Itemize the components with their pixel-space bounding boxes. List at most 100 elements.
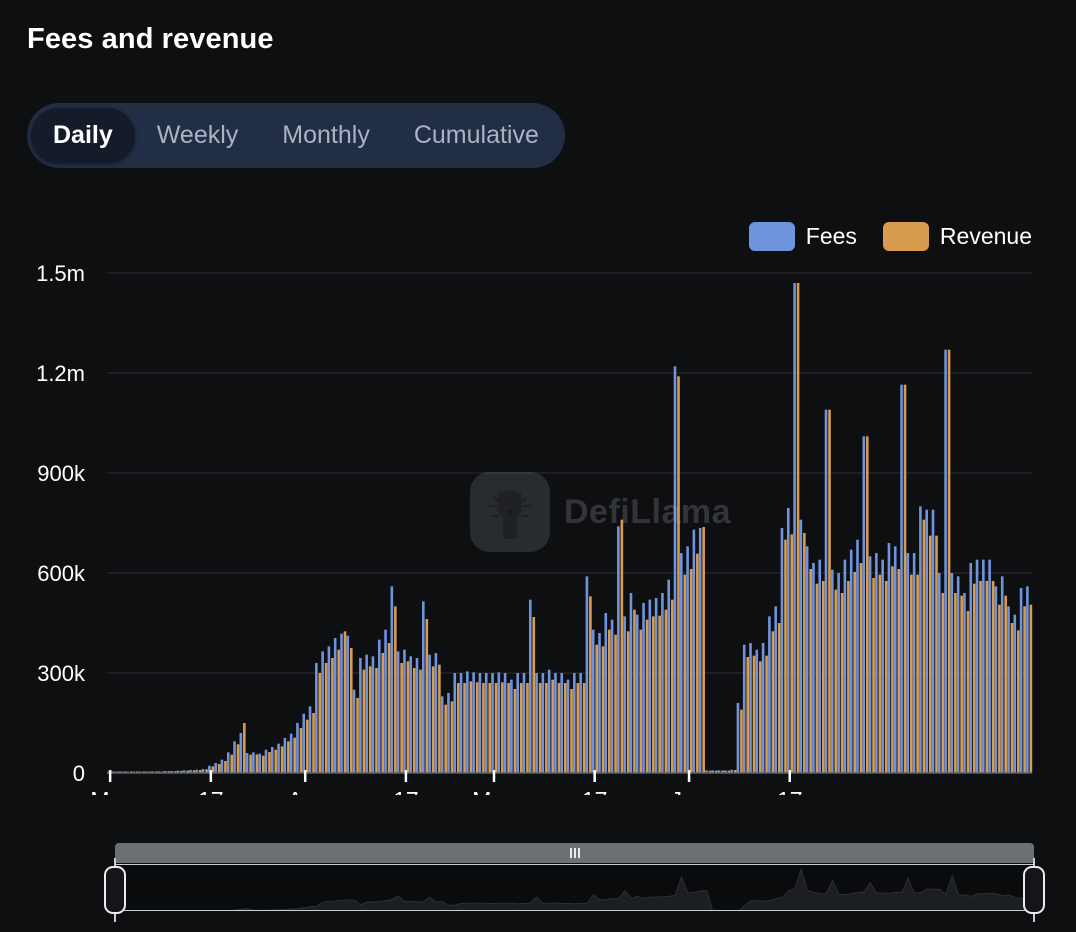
bar[interactable] bbox=[973, 584, 976, 773]
bar[interactable] bbox=[853, 572, 856, 773]
bar[interactable] bbox=[428, 655, 431, 773]
bar[interactable] bbox=[888, 543, 891, 773]
bar[interactable] bbox=[862, 436, 865, 773]
bar[interactable] bbox=[1014, 615, 1017, 773]
bar[interactable] bbox=[636, 615, 639, 773]
bar[interactable] bbox=[230, 755, 233, 773]
bar[interactable] bbox=[579, 673, 582, 773]
bar[interactable] bbox=[869, 556, 872, 773]
bar[interactable] bbox=[548, 670, 551, 773]
bar[interactable] bbox=[372, 656, 375, 773]
bar[interactable] bbox=[567, 680, 570, 773]
bar[interactable] bbox=[604, 613, 607, 773]
bar[interactable] bbox=[337, 650, 340, 773]
bar[interactable] bbox=[328, 646, 331, 773]
bar[interactable] bbox=[809, 569, 812, 773]
bar[interactable] bbox=[677, 376, 680, 773]
bar[interactable] bbox=[290, 734, 293, 773]
bar[interactable] bbox=[969, 563, 972, 773]
bar[interactable] bbox=[501, 682, 504, 773]
bar[interactable] bbox=[319, 673, 322, 773]
bar[interactable] bbox=[340, 634, 343, 773]
bar[interactable] bbox=[325, 663, 328, 773]
bar[interactable] bbox=[495, 683, 498, 773]
bar[interactable] bbox=[315, 663, 318, 773]
legend-item-fees[interactable]: Fees bbox=[749, 222, 857, 251]
bar[interactable] bbox=[558, 683, 561, 773]
bar[interactable] bbox=[516, 673, 519, 773]
bar[interactable] bbox=[671, 600, 674, 773]
bar[interactable] bbox=[570, 689, 573, 773]
bar[interactable] bbox=[800, 520, 803, 773]
bar[interactable] bbox=[369, 666, 372, 773]
bar[interactable] bbox=[426, 619, 429, 773]
bar[interactable] bbox=[693, 530, 696, 773]
bar[interactable] bbox=[818, 560, 821, 773]
bar[interactable] bbox=[617, 526, 620, 773]
bar[interactable] bbox=[233, 741, 236, 773]
bar[interactable] bbox=[702, 527, 705, 773]
bar[interactable] bbox=[256, 754, 259, 773]
bar[interactable] bbox=[941, 593, 944, 773]
bar[interactable] bbox=[850, 550, 853, 773]
bar[interactable] bbox=[957, 576, 960, 773]
bar[interactable] bbox=[951, 573, 954, 773]
brush-drag-bar[interactable] bbox=[115, 843, 1034, 863]
bar[interactable] bbox=[407, 661, 410, 773]
bar[interactable] bbox=[925, 510, 928, 773]
bar[interactable] bbox=[639, 630, 642, 773]
bar[interactable] bbox=[391, 586, 394, 773]
bar[interactable] bbox=[271, 747, 274, 773]
bar[interactable] bbox=[277, 744, 280, 773]
bar[interactable] bbox=[359, 658, 362, 773]
bar[interactable] bbox=[466, 671, 469, 773]
bar[interactable] bbox=[1004, 596, 1007, 773]
bar[interactable] bbox=[577, 683, 580, 773]
bar[interactable] bbox=[214, 763, 217, 773]
bar[interactable] bbox=[284, 738, 287, 773]
bar[interactable] bbox=[837, 573, 840, 773]
bar[interactable] bbox=[586, 576, 589, 773]
bar[interactable] bbox=[514, 689, 517, 773]
bar[interactable] bbox=[482, 683, 485, 773]
bar[interactable] bbox=[432, 666, 435, 773]
bar[interactable] bbox=[309, 706, 312, 773]
bar[interactable] bbox=[856, 540, 859, 773]
bar[interactable] bbox=[938, 573, 941, 773]
bar[interactable] bbox=[529, 600, 532, 773]
bar[interactable] bbox=[350, 648, 353, 773]
bar[interactable] bbox=[573, 673, 576, 773]
bar[interactable] bbox=[539, 683, 542, 773]
bar[interactable] bbox=[992, 581, 995, 773]
bar[interactable] bbox=[841, 593, 844, 773]
bar[interactable] bbox=[595, 645, 598, 773]
bar[interactable] bbox=[485, 673, 488, 773]
bar[interactable] bbox=[935, 536, 938, 773]
bar[interactable] bbox=[378, 640, 381, 773]
bar[interactable] bbox=[532, 617, 535, 773]
bar[interactable] bbox=[520, 683, 523, 773]
bar[interactable] bbox=[353, 690, 356, 773]
bar[interactable] bbox=[363, 670, 366, 773]
bar[interactable] bbox=[774, 606, 777, 773]
bar[interactable] bbox=[1026, 586, 1029, 773]
bar[interactable] bbox=[988, 560, 991, 773]
bar[interactable] bbox=[772, 631, 775, 773]
bar[interactable] bbox=[787, 508, 790, 773]
bar[interactable] bbox=[658, 616, 661, 773]
bar[interactable] bbox=[831, 570, 834, 773]
bar[interactable] bbox=[844, 560, 847, 773]
bar[interactable] bbox=[642, 603, 645, 773]
brush-preview-area[interactable] bbox=[115, 864, 1034, 911]
bar[interactable] bbox=[472, 672, 475, 773]
bar[interactable] bbox=[614, 635, 617, 773]
bar[interactable] bbox=[825, 410, 828, 773]
bar[interactable] bbox=[457, 683, 460, 773]
bar[interactable] bbox=[690, 569, 693, 773]
bar[interactable] bbox=[384, 630, 387, 773]
bar[interactable] bbox=[1020, 588, 1023, 773]
bar[interactable] bbox=[781, 528, 784, 773]
bar[interactable] bbox=[828, 410, 831, 773]
bar[interactable] bbox=[793, 283, 796, 773]
bar[interactable] bbox=[646, 620, 649, 773]
